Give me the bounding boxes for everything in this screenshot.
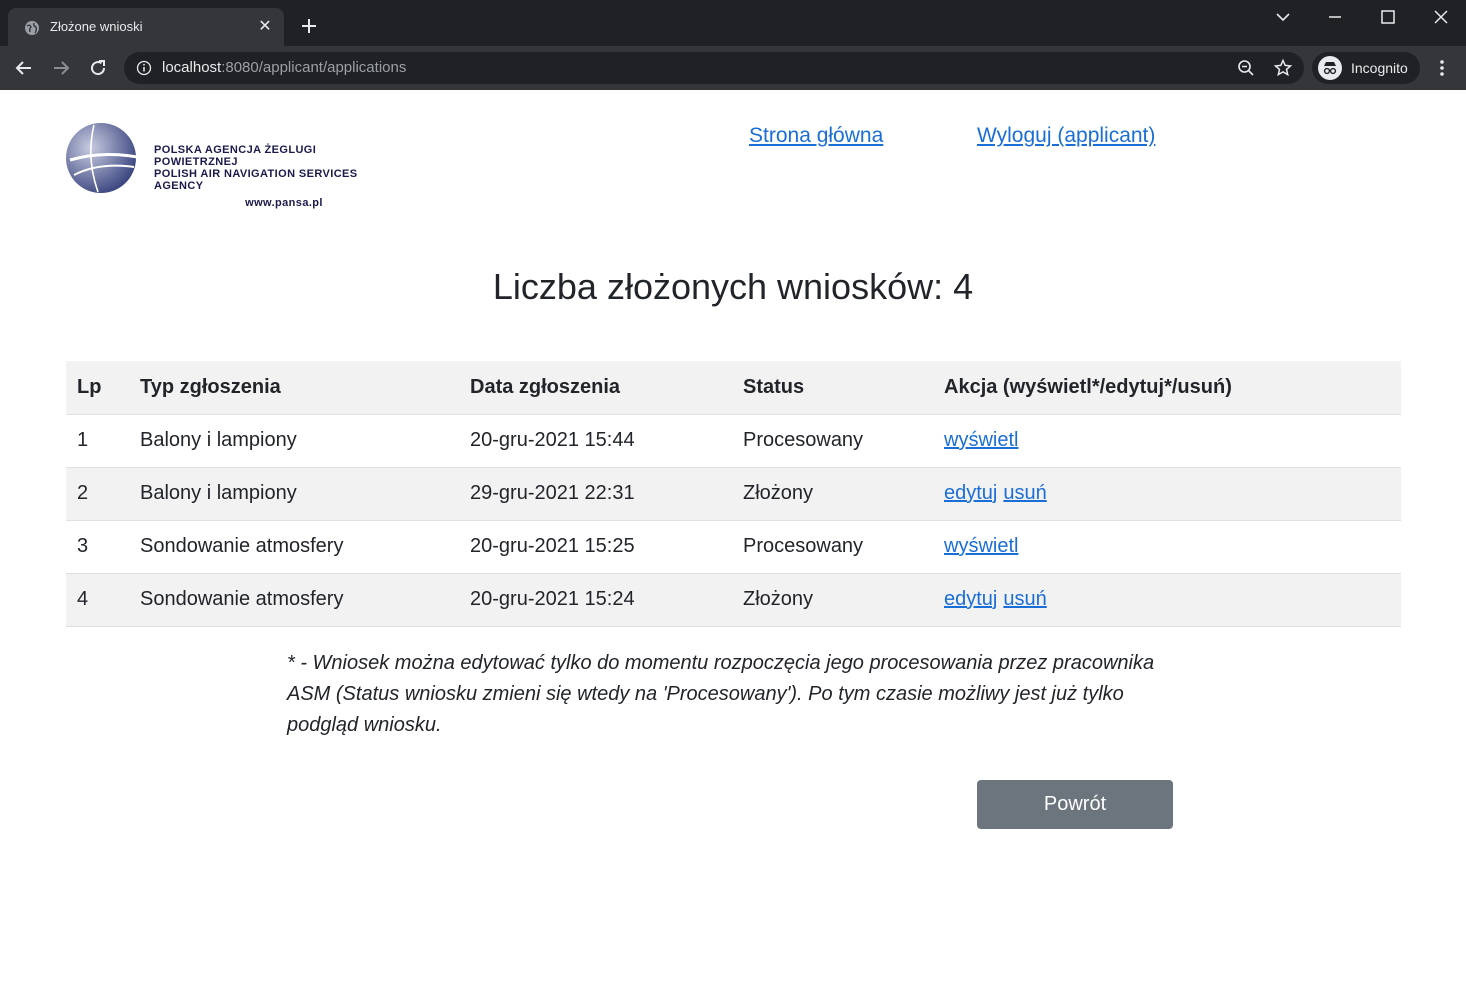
view-link[interactable]: wyświetl [944, 429, 1018, 451]
browser-chrome: Złożone wnioski ✕ localhost:8080/applica… [0, 0, 1466, 90]
close-window-icon[interactable] [1430, 6, 1452, 28]
table-header-row: Lp Typ zgłoszenia Data zgłoszenia Status… [66, 361, 1401, 415]
edit-link[interactable]: edytuj [944, 482, 997, 504]
info-icon[interactable] [136, 60, 152, 76]
incognito-profile[interactable]: Incognito [1312, 52, 1420, 84]
logo-line-2: POLISH AIR NAVIGATION SERVICES AGENCY [154, 168, 358, 192]
pansa-logo: POLSKA AGENCJA ŻEGLUGI POWIETRZNEJ POLIS… [64, 120, 394, 209]
logo-www: www.pansa.pl [245, 197, 323, 209]
kebab-menu-icon[interactable] [1432, 58, 1452, 78]
cell-lp: 2 [66, 467, 129, 521]
delete-link[interactable]: usuń [1003, 588, 1046, 610]
cell-date: 20-gru-2021 15:24 [459, 573, 732, 627]
url-text[interactable]: localhost:8080/applicant/applications [162, 59, 406, 76]
cell-action: edytuj usuń [933, 467, 1401, 521]
cell-lp: 3 [66, 520, 129, 574]
logout-link[interactable]: Wyloguj (applicant) [977, 124, 1155, 148]
logo-line-1: POLSKA AGENCJA ŻEGLUGI POWIETRZNEJ [154, 144, 317, 168]
page-title: Liczba złożonych wniosków: 4 [492, 266, 974, 307]
cell-type: Sondowanie atmosfery [129, 520, 459, 574]
globe-logo-icon [66, 123, 143, 193]
url-path: :8080/applicant/applications [221, 59, 407, 76]
bookmark-star-icon[interactable] [1273, 58, 1293, 78]
zoom-icon[interactable] [1236, 58, 1256, 78]
cell-date: 20-gru-2021 15:44 [459, 414, 732, 468]
globe-icon [25, 21, 39, 35]
reload-icon[interactable] [86, 56, 110, 80]
cell-lp: 4 [66, 573, 129, 627]
edit-note: * - Wniosek można edytować tylko do mome… [287, 652, 1155, 736]
delete-link[interactable]: usuń [1003, 482, 1046, 504]
cell-action: wyświetl [933, 520, 1401, 574]
cell-type: Balony i lampiony [129, 467, 459, 521]
column-header-date: Data zgłoszenia [459, 361, 732, 415]
maximize-icon[interactable] [1377, 6, 1399, 28]
column-header-action: Akcja (wyświetl*/edytuj*/usuń) [933, 361, 1401, 415]
cell-status: Złożony [732, 467, 933, 521]
cell-action: edytuj usuń [933, 573, 1401, 627]
tab-search-chevron-icon[interactable] [1272, 6, 1294, 28]
cell-status: Procesowany [732, 520, 933, 574]
column-header-status: Status [732, 361, 933, 415]
close-tab-icon[interactable]: ✕ [256, 18, 274, 36]
table-row: 4 Sondowanie atmosfery 20-gru-2021 15:24… [66, 573, 1401, 627]
column-header-type: Typ zgłoszenia [129, 361, 459, 415]
logo-text: POLSKA AGENCJA ŻEGLUGI POWIETRZNEJ POLIS… [154, 144, 394, 209]
cell-date: 29-gru-2021 22:31 [459, 467, 732, 521]
incognito-icon [1318, 56, 1342, 80]
table-row: 3 Sondowanie atmosfery 20-gru-2021 15:25… [66, 520, 1401, 574]
cell-type: Sondowanie atmosfery [129, 573, 459, 627]
cell-status: Procesowany [732, 414, 933, 468]
table-row: 2 Balony i lampiony 29-gru-2021 22:31 Zł… [66, 467, 1401, 521]
view-link[interactable]: wyświetl [944, 535, 1018, 557]
url-host: localhost [162, 59, 222, 76]
edit-link[interactable]: edytuj [944, 588, 997, 610]
tab-strip: Złożone wnioski ✕ [0, 0, 1466, 46]
browser-tab[interactable]: Złożone wnioski ✕ [8, 8, 284, 46]
back-button[interactable]: Powrót [977, 780, 1173, 829]
cell-action: wyświetl [933, 414, 1401, 468]
minimize-icon[interactable] [1324, 6, 1346, 28]
column-header-lp: Lp [66, 361, 129, 415]
cell-status: Złożony [732, 573, 933, 627]
address-bar[interactable]: localhost:8080/applicant/applications [124, 52, 1304, 84]
home-link[interactable]: Strona główna [749, 124, 883, 148]
cell-lp: 1 [66, 414, 129, 468]
page-content: POLSKA AGENCJA ŻEGLUGI POWIETRZNEJ POLIS… [0, 90, 1466, 1007]
browser-toolbar: localhost:8080/applicant/applications In… [0, 46, 1466, 90]
table-row: 1 Balony i lampiony 20-gru-2021 15:44 Pr… [66, 414, 1401, 468]
back-arrow-icon[interactable] [12, 56, 36, 80]
forward-arrow-icon[interactable] [49, 56, 73, 80]
incognito-label: Incognito [1351, 60, 1408, 76]
cell-type: Balony i lampiony [129, 414, 459, 468]
new-tab-icon[interactable] [298, 15, 320, 37]
tab-title: Złożone wnioski [50, 19, 143, 34]
applications-table: Lp Typ zgłoszenia Data zgłoszenia Status… [66, 361, 1401, 627]
cell-date: 20-gru-2021 15:25 [459, 520, 732, 574]
